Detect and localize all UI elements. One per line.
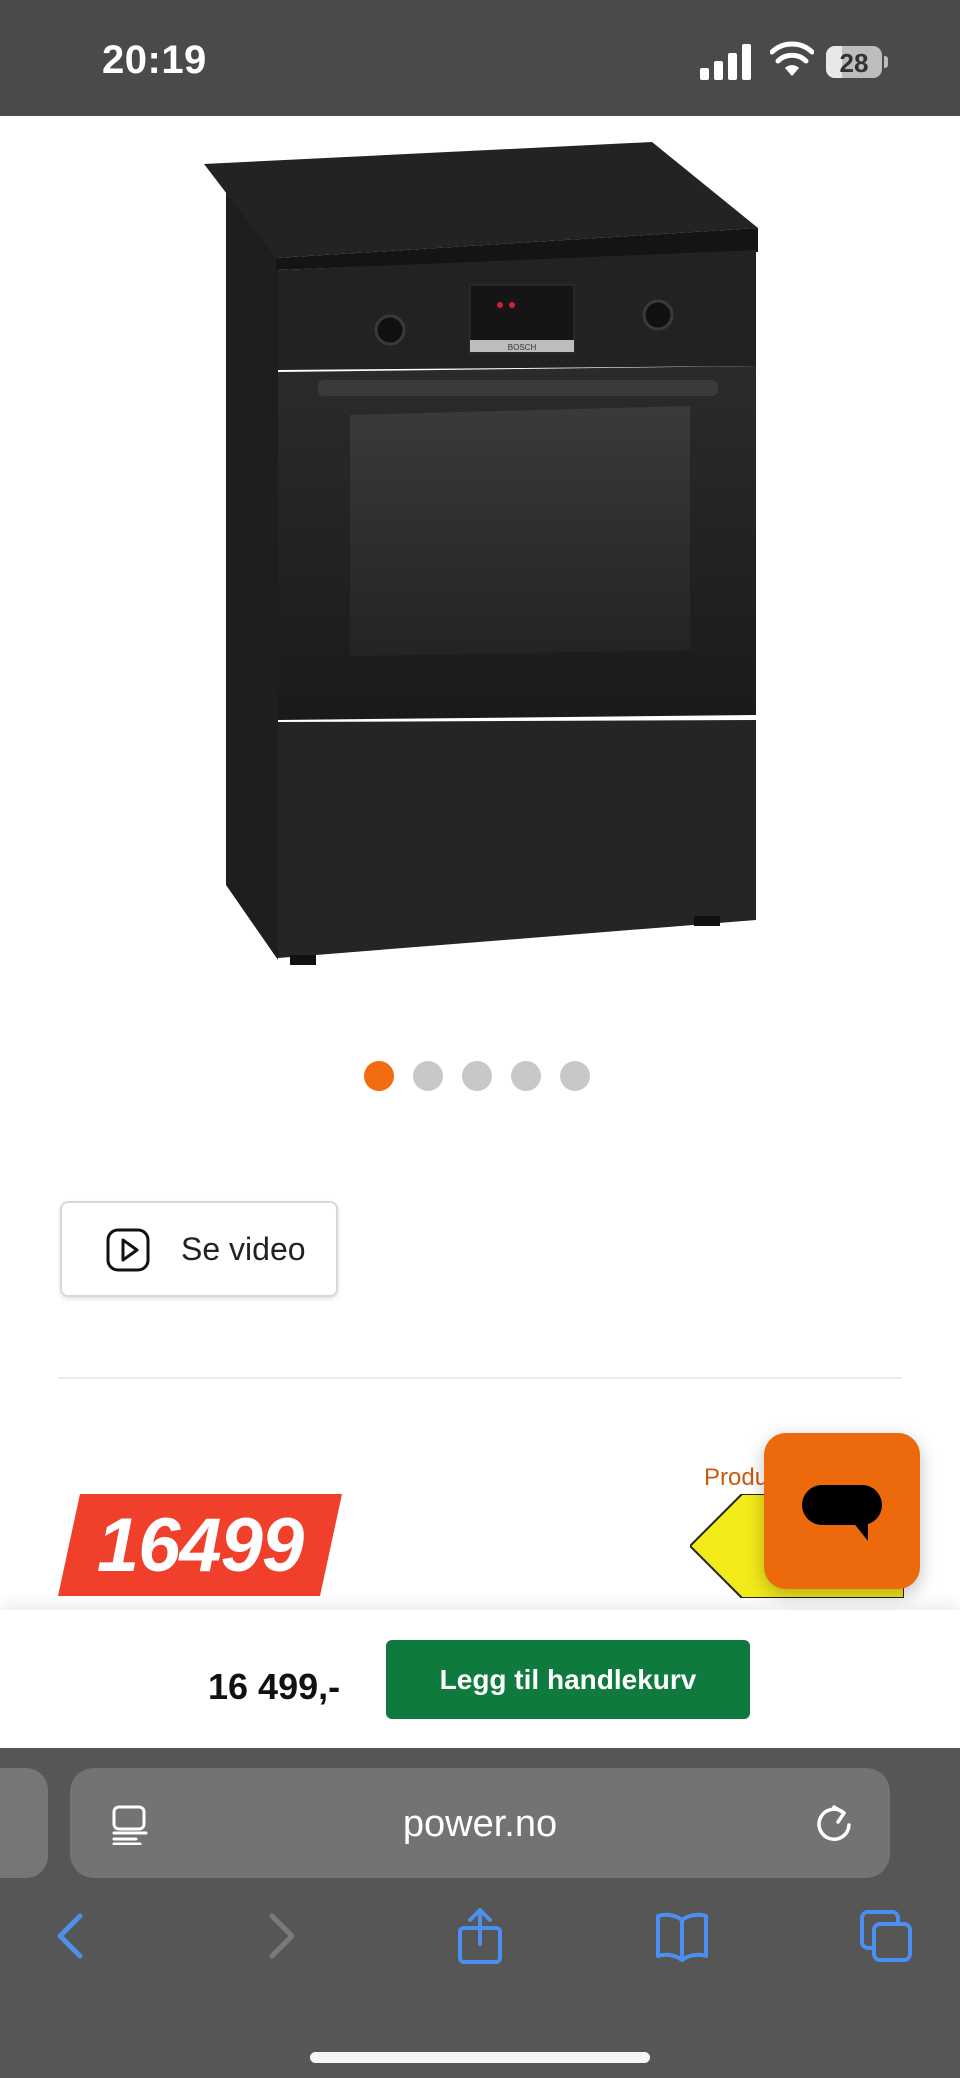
carousel-dot[interactable]: [364, 1061, 394, 1091]
price-badge: 16499: [58, 1494, 342, 1596]
address-bar[interactable]: power.no: [70, 1768, 890, 1878]
battery-percentage: 28: [839, 48, 869, 78]
browser-toolbar: power.no: [0, 1748, 960, 2078]
status-time: 20:19: [102, 38, 207, 82]
play-icon: [106, 1228, 150, 1272]
product-image[interactable]: BOSCH: [180, 130, 780, 970]
status-bar: 20:19 28: [0, 0, 960, 116]
cellular-signal-icon: [700, 44, 751, 80]
back-icon[interactable]: [44, 1908, 100, 1964]
battery-icon: 28: [826, 46, 888, 78]
divider: [58, 1377, 902, 1379]
carousel-dot[interactable]: [413, 1061, 443, 1091]
previous-tab-preview[interactable]: [0, 1768, 48, 1878]
brand-badge: BOSCH: [508, 343, 537, 352]
add-to-cart-button[interactable]: Legg til handlekurv: [386, 1640, 750, 1719]
forward-icon[interactable]: [252, 1908, 308, 1964]
reload-icon[interactable]: [812, 1801, 856, 1845]
cart-price: 16 499,-: [208, 1666, 341, 1707]
chat-bubble-icon: [802, 1485, 882, 1541]
carousel-dot[interactable]: [462, 1061, 492, 1091]
video-button-label: Se video: [181, 1231, 306, 1267]
carousel-dot[interactable]: [511, 1061, 541, 1091]
bookmarks-icon[interactable]: [654, 1908, 710, 1964]
tabs-icon[interactable]: [858, 1908, 914, 1964]
url-text: power.no: [402, 1803, 558, 1845]
add-to-cart-bar: 16 499,- Legg til handlekurv: [0, 1610, 960, 1748]
share-icon[interactable]: [452, 1908, 508, 1964]
chat-button[interactable]: [764, 1433, 920, 1589]
video-button[interactable]: Se video: [60, 1201, 338, 1297]
carousel-dot[interactable]: [560, 1061, 590, 1091]
price-badge-value: 16499: [96, 1503, 304, 1588]
wifi-icon: [770, 41, 814, 76]
energy-label-text: Produ: [704, 1464, 769, 1491]
home-indicator[interactable]: [310, 2052, 650, 2063]
